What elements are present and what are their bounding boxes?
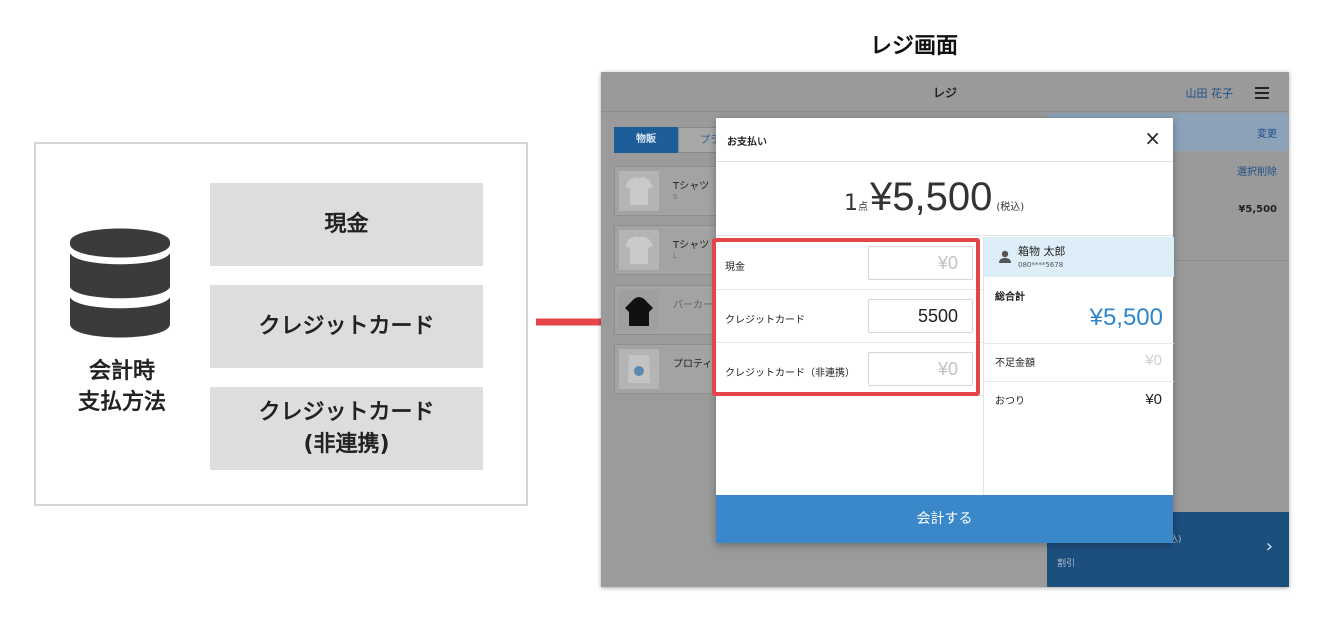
person-icon	[999, 250, 1011, 263]
hamburger-menu-icon[interactable]	[1255, 87, 1269, 99]
tshirt-thumbnail	[619, 230, 659, 270]
shortage-value: ¥0	[1145, 352, 1162, 369]
customer-summary: 箱物 太郎 080****5678 総合計 ¥5,500 不足金額 ¥0 おつり…	[983, 237, 1174, 495]
app-header: レジ 山田 花子	[601, 72, 1289, 112]
product-name: プロティ	[673, 359, 713, 370]
tab-merchandise[interactable]: 物販	[614, 127, 678, 153]
grand-total-value: ¥5,500	[1089, 304, 1163, 331]
product-tile[interactable]: Tシャツ L	[614, 225, 724, 275]
method-label: クレジットカード	[258, 399, 435, 425]
customer-header[interactable]: 箱物 太郎 080****5678	[984, 237, 1174, 277]
product-variant: S	[673, 193, 678, 201]
total-amount: ¥5,500	[870, 175, 993, 219]
cart-item-price: ¥5,500	[1238, 204, 1277, 215]
method-sublabel: (非連携)	[303, 431, 390, 457]
method-label: クレジットカード	[258, 313, 435, 339]
diagram-caption-line1: 会計時	[88, 359, 155, 384]
product-tile[interactable]: パーカー	[614, 285, 724, 335]
product-tile[interactable]: プロティ	[614, 344, 724, 394]
product-name: パーカー	[673, 300, 713, 311]
divider	[984, 381, 1174, 382]
tshirt-thumbnail	[619, 171, 659, 211]
change-value: ¥0	[1145, 391, 1162, 408]
method-credit-card-unlinked: クレジットカード (非連携)	[210, 387, 483, 470]
item-quantity: 1	[844, 191, 858, 216]
user-name[interactable]: 山田 花子	[1186, 85, 1234, 101]
close-icon[interactable]: ×	[1144, 127, 1161, 149]
quantity-unit: 点	[858, 202, 868, 213]
product-name: Tシャツ	[673, 181, 710, 192]
chevron-right-icon[interactable]: ›	[1266, 536, 1273, 557]
payment-summary: 1 点 ¥5,500 (税込)	[716, 162, 1173, 236]
payment-highlight-box	[712, 238, 980, 396]
change-link[interactable]: 変更	[1257, 125, 1277, 140]
method-label: 現金	[324, 211, 369, 237]
method-credit-card: クレジットカード	[210, 285, 483, 368]
diagram-caption-line2: 支払方法	[77, 390, 166, 415]
shortage-label: 不足金額	[995, 358, 1035, 369]
customer-phone: 080****5678	[1018, 261, 1064, 269]
discount-label[interactable]: 割引	[1057, 556, 1075, 569]
delete-selection-link[interactable]: 選択削除	[1237, 163, 1277, 178]
customer-name: 箱物 太郎	[1018, 245, 1066, 258]
product-tile[interactable]: Tシャツ S	[614, 166, 724, 216]
diagram-caption: 会計時 支払方法	[62, 356, 182, 418]
screen-title: レジ画面	[870, 34, 959, 59]
modal-header: お支払い ×	[716, 118, 1173, 162]
method-cash: 現金	[210, 183, 483, 266]
checkout-button[interactable]: 会計する	[716, 495, 1173, 543]
modal-title: お支払い	[727, 137, 767, 148]
divider	[984, 343, 1174, 344]
protein-bag-thumbnail	[619, 349, 659, 389]
product-name: Tシャツ	[673, 240, 710, 251]
tax-included-label: (税込)	[996, 202, 1025, 213]
hoodie-thumbnail	[619, 290, 659, 330]
product-variant: L	[673, 252, 677, 260]
database-icon	[70, 228, 170, 338]
grand-total-label: 総合計	[995, 292, 1025, 303]
change-label: おつり	[995, 396, 1025, 407]
